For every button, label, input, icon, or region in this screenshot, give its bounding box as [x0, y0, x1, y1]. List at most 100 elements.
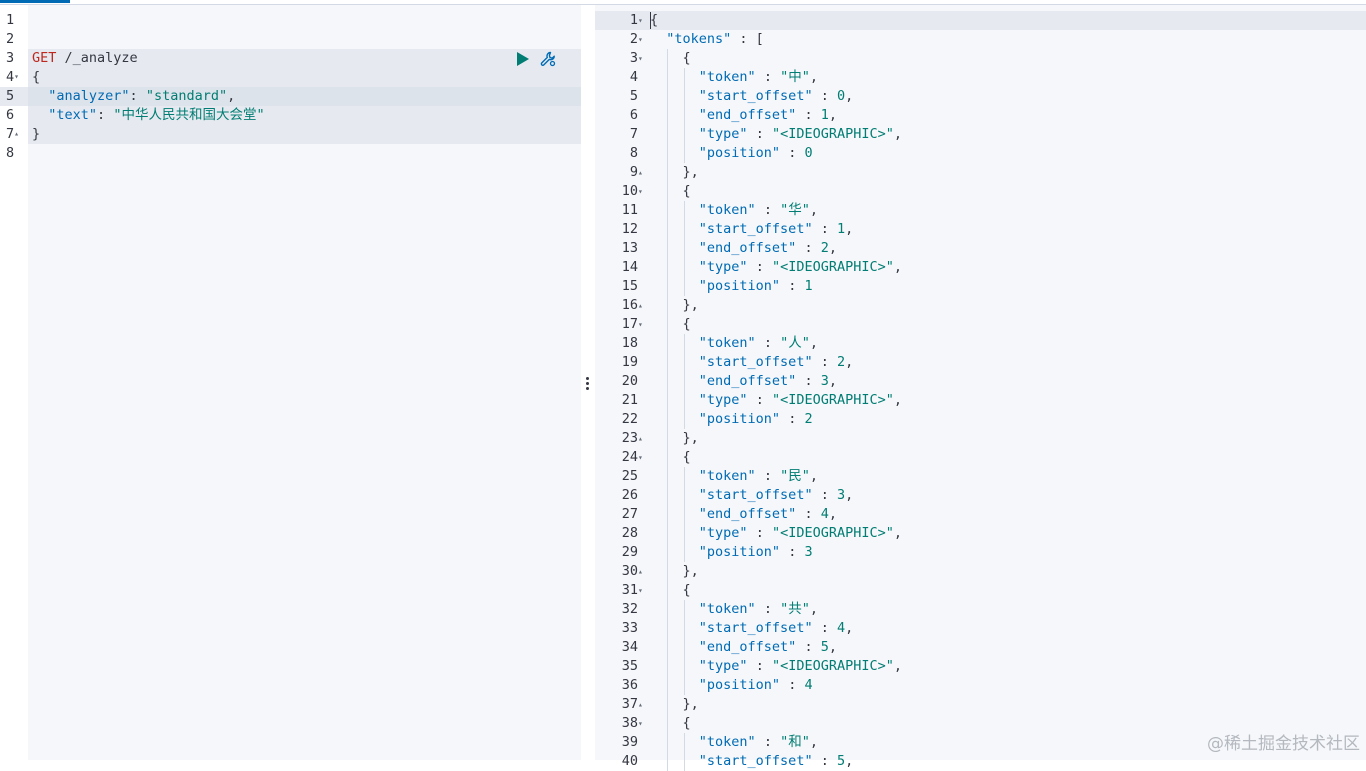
response-line: 27 "end_offset" : 4,	[595, 505, 1366, 524]
code-token: }	[32, 126, 40, 142]
code-text: "start_offset" : 4,	[650, 619, 853, 638]
code-token: "end_offset"	[699, 373, 797, 389]
code-token: 3	[821, 373, 829, 389]
line-number: 38	[595, 714, 638, 733]
request-line[interactable]: 4▾{	[0, 68, 581, 87]
code-token: "人"	[780, 335, 810, 351]
play-icon[interactable]	[517, 52, 529, 66]
code-token: "<IDEOGRAPHIC>"	[772, 392, 894, 408]
response-viewer-pane[interactable]: 1▾{2▾ "tokens" : [3▾ {4 "token" : "中",5 …	[595, 5, 1366, 760]
code-token: :	[796, 373, 820, 389]
line-number: 14	[595, 258, 638, 277]
indent-space	[650, 145, 699, 161]
fold-close-icon[interactable]: ▴	[638, 695, 648, 714]
fold-open-icon[interactable]: ▾	[638, 448, 648, 467]
code-token: :	[756, 601, 780, 617]
response-line: 22 "position" : 2	[595, 410, 1366, 429]
line-number: 21	[595, 391, 638, 410]
request-editor-pane[interactable]: 123GET /_analyze4▾{5 "analyzer": "standa…	[0, 5, 581, 760]
code-text[interactable]: {	[32, 68, 40, 87]
wrench-icon[interactable]	[539, 50, 557, 68]
fold-open-icon[interactable]: ▾	[638, 182, 648, 201]
code-text: {	[650, 11, 658, 30]
request-code-lines[interactable]: 123GET /_analyze4▾{5 "analyzer": "standa…	[0, 11, 581, 163]
code-text: "end_offset" : 1,	[650, 106, 837, 125]
request-line[interactable]: 1	[0, 11, 581, 30]
code-token: ,	[829, 240, 837, 256]
code-text[interactable]: "text": "中华人民共和国大会堂"	[32, 106, 265, 125]
indent-space	[650, 240, 699, 256]
request-line[interactable]: 8	[0, 144, 581, 163]
indent-space	[650, 525, 699, 541]
fold-close-icon[interactable]: ▴	[638, 429, 648, 448]
response-line: 20 "end_offset" : 3,	[595, 372, 1366, 391]
code-text[interactable]: GET /_analyze	[32, 49, 138, 68]
request-line[interactable]: 5 "analyzer": "standard",	[0, 87, 581, 106]
request-line[interactable]: 7▴}	[0, 125, 581, 144]
code-token: "text"	[48, 107, 97, 123]
code-token: 0	[837, 88, 845, 104]
line-number: 39	[595, 733, 638, 752]
response-line: 26 "start_offset" : 3,	[595, 486, 1366, 505]
line-number: 4▾	[0, 68, 28, 87]
line-number: 30	[595, 562, 638, 581]
pane-resizer[interactable]	[581, 5, 595, 760]
line-number-text: 7	[6, 126, 14, 142]
response-line: 17▾ {	[595, 315, 1366, 334]
code-token: },	[683, 297, 699, 313]
indent-space	[650, 88, 699, 104]
code-token: ,	[894, 392, 902, 408]
fold-open-icon[interactable]: ▾	[638, 11, 648, 30]
code-text: "type" : "<IDEOGRAPHIC>",	[650, 258, 902, 277]
fold-close-icon[interactable]: ▴	[14, 129, 19, 138]
request-line[interactable]: 3GET /_analyze	[0, 49, 581, 68]
active-tab-indicator[interactable]	[0, 0, 70, 3]
fold-close-icon[interactable]: ▴	[638, 296, 648, 315]
code-token: "token"	[699, 69, 756, 85]
indent-space	[650, 715, 683, 731]
line-number: 3	[595, 49, 638, 68]
response-line: 13 "end_offset" : 2,	[595, 239, 1366, 258]
code-token: 3	[837, 487, 845, 503]
indent-space	[650, 430, 683, 446]
fold-close-icon[interactable]: ▴	[638, 562, 648, 581]
line-number: 5	[0, 87, 28, 106]
line-number: 27	[595, 505, 638, 524]
fold-open-icon[interactable]: ▾	[638, 315, 648, 334]
code-text: "token" : "共",	[650, 600, 818, 619]
code-token: ,	[810, 601, 818, 617]
code-token: {	[683, 183, 691, 199]
fold-open-icon[interactable]: ▾	[638, 30, 648, 49]
code-token: "start_offset"	[699, 354, 813, 370]
line-number: 25	[595, 467, 638, 486]
indent-space	[650, 126, 699, 142]
watermark: @稀土掘金技术社区	[1207, 729, 1360, 754]
code-token: 0	[804, 145, 812, 161]
indent-space	[650, 202, 699, 218]
request-line[interactable]: 2	[0, 30, 581, 49]
fold-open-icon[interactable]: ▾	[14, 72, 19, 81]
code-text: "token" : "华",	[650, 201, 818, 220]
fold-open-icon[interactable]: ▾	[638, 49, 648, 68]
indent-space	[650, 31, 666, 47]
code-token: "end_offset"	[699, 639, 797, 655]
code-text[interactable]: "analyzer": "standard",	[32, 87, 235, 106]
line-number: 6	[0, 106, 28, 125]
fold-open-icon[interactable]: ▾	[638, 714, 648, 733]
response-line: 18 "token" : "人",	[595, 334, 1366, 353]
indent-space	[650, 50, 683, 66]
code-text: {	[650, 182, 691, 201]
fold-close-icon[interactable]: ▴	[638, 163, 648, 182]
code-token: {	[32, 69, 40, 85]
indent-space	[650, 164, 683, 180]
code-token: },	[683, 164, 699, 180]
fold-open-icon[interactable]: ▾	[638, 581, 648, 600]
code-token: :	[756, 734, 780, 750]
response-line: 28 "type" : "<IDEOGRAPHIC>",	[595, 524, 1366, 543]
code-text: "position" : 4	[650, 676, 813, 695]
code-token: {	[683, 449, 691, 465]
request-line[interactable]: 6 "text": "中华人民共和国大会堂"	[0, 106, 581, 125]
code-token: ,	[810, 734, 818, 750]
code-text[interactable]: }	[32, 125, 40, 144]
resizer-grip-icon	[586, 377, 589, 390]
